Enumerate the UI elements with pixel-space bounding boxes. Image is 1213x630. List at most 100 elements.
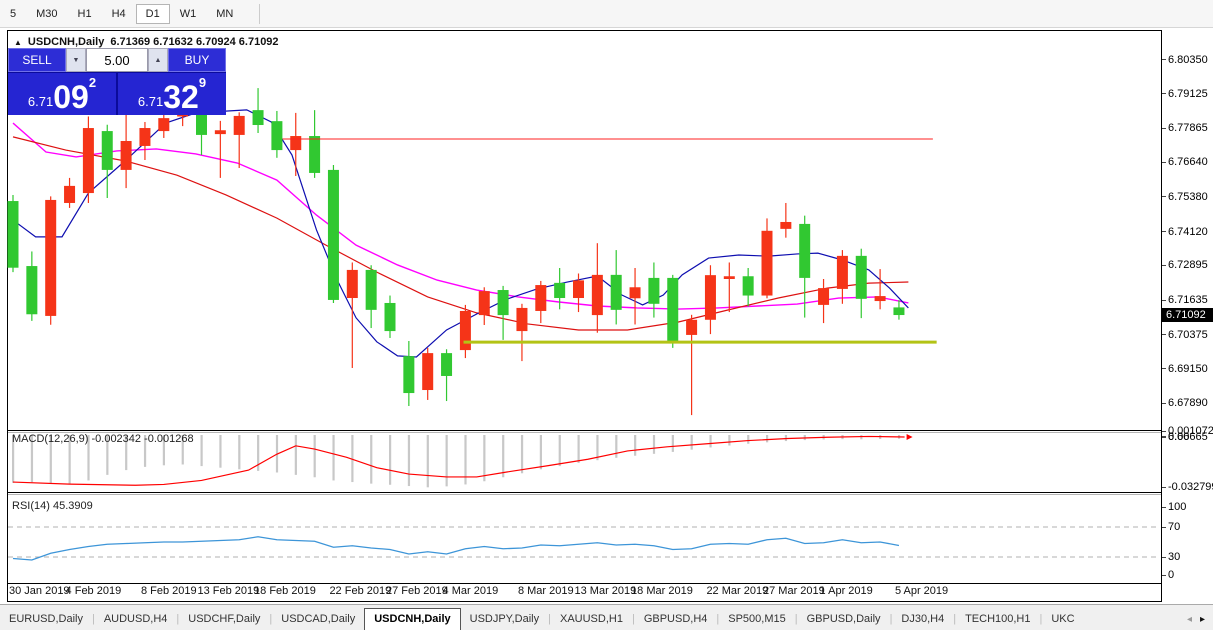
candle-body [724,276,735,279]
price-axis-label: 6.80350 [1162,54,1208,66]
buy-price-box[interactable]: 6.71 32 9 [118,73,226,115]
candle-body [441,353,452,376]
chart-tab-bar: EURUSD,Daily|AUDUSD,H4|USDCHF,Daily|USDC… [0,604,1213,630]
tab-sp500-m15[interactable]: SP500,M15 [719,609,794,630]
macd-histogram-bar [502,435,504,477]
tab-gbpusd-daily[interactable]: GBPUSD,Daily [798,609,890,630]
tab-audusd-h4[interactable]: AUDUSD,H4 [95,609,177,630]
price-axis-label: 6.74120 [1162,226,1208,238]
date-axis[interactable]: 30 Jan 20194 Feb 20198 Feb 201913 Feb 20… [0,585,1162,601]
buy-button[interactable]: BUY [168,48,226,72]
timeframe-button-mn[interactable]: MN [206,4,243,24]
tab-scroll-right-icon[interactable]: ▸ [1200,614,1205,625]
symbol-label: USDCNH,Daily [28,36,104,48]
candle-body [121,141,132,170]
candle-body [875,296,886,301]
macd-histogram-bar [578,435,580,463]
date-axis-label: 8 Feb 2019 [141,585,197,597]
buy-price-prefix: 6.71 [138,94,163,109]
tab-dj30-h4[interactable]: DJ30,H4 [892,609,953,630]
macd-histogram-bar [691,435,693,450]
candle-body [215,130,226,134]
tab-usdcad-daily[interactable]: USDCAD,Daily [272,609,364,630]
candle-body [460,311,471,350]
macd-histogram-bar [596,435,598,460]
macd-histogram-bar [615,435,617,458]
sell-price-prefix: 6.71 [28,94,53,109]
collapse-icon[interactable]: ▲ [14,38,22,47]
volume-increment-button[interactable]: ▲ [148,48,168,72]
date-axis-label: 4 Mar 2019 [443,585,499,597]
sell-button[interactable]: SELL [8,48,66,72]
date-axis-label: 8 Mar 2019 [518,585,574,597]
macd-histogram-bar [219,435,221,468]
sell-price-sup: 2 [89,75,96,90]
tab-gbpusd-h4[interactable]: GBPUSD,H4 [635,609,717,630]
price-axis[interactable]: 6.803506.791256.778656.766406.753806.741… [1162,28,1213,604]
timeframe-button-m30[interactable]: M30 [26,4,67,24]
candle-body [818,288,829,305]
timeframe-button-d1[interactable]: D1 [136,4,170,24]
candle-body [196,113,207,135]
tab-xauusd-h1[interactable]: XAUUSD,H1 [551,609,632,630]
tab-usdchf-daily[interactable]: USDCHF,Daily [179,609,269,630]
candle-body [592,275,603,315]
candle-body [253,110,264,125]
date-axis-label: 22 Mar 2019 [706,585,768,597]
tab-usdjpy-daily[interactable]: USDJPY,Daily [461,609,549,630]
tab-tech100-h1[interactable]: TECH100,H1 [956,609,1039,630]
tab-eurusd-daily[interactable]: EURUSD,Daily [0,609,92,630]
macd-histogram-bar [728,435,730,446]
macd-histogram-bar [238,435,240,469]
date-axis-label: 27 Feb 2019 [386,585,448,597]
candle-body [893,307,904,315]
tab-ukc[interactable]: UKC [1042,609,1083,630]
one-click-trade-panel: SELL ▼ 5.00 ▲ BUY 6.71 09 2 6.71 32 9 [8,48,226,115]
volume-decrement-button[interactable]: ▼ [66,48,86,72]
timeframe-button-h4[interactable]: H4 [102,4,136,24]
candle-body [309,136,320,173]
tab-scroll-left-icon[interactable]: ◂ [1187,614,1192,625]
chart-title: ▲ USDCNH,Daily 6.71369 6.71632 6.70924 6… [14,36,279,48]
date-axis-label: 5 Apr 2019 [895,585,948,597]
tab-usdcnh-daily[interactable]: USDCNH,Daily [364,608,460,630]
candle-body [45,200,56,316]
date-axis-label: 13 Mar 2019 [575,585,637,597]
macd-histogram-bar [370,435,372,484]
price-axis-label: 6.76640 [1162,156,1208,168]
volume-input[interactable]: 5.00 [86,48,148,72]
rsi-axis-label: 30 [1162,551,1180,563]
price-axis-label: 6.72895 [1162,259,1208,271]
candle-body [837,256,848,289]
sell-price-big: 09 [53,82,89,112]
candle-body [64,186,75,203]
candle-body [26,266,37,314]
candle-body [328,170,339,300]
macd-histogram-bar [389,435,391,485]
macd-histogram-bar [672,435,674,452]
price-axis-label: 6.67890 [1162,397,1208,409]
date-axis-label: 1 Apr 2019 [820,585,873,597]
timeframe-button-w1[interactable]: W1 [170,4,207,24]
date-axis-label: 13 Feb 2019 [198,585,260,597]
candle-body [498,290,509,315]
price-axis-label: 6.79125 [1162,88,1208,100]
buy-price-big: 32 [163,82,199,112]
toolbar-separator [259,4,260,24]
candle-body [83,128,94,193]
candle-body [573,280,584,298]
candle-body [667,278,678,341]
macd-histogram-bar [653,435,655,454]
macd-histogram-bar [766,435,768,442]
macd-histogram-bar [540,435,542,469]
price-axis-label: 6.77865 [1162,122,1208,134]
sell-price-box[interactable]: 6.71 09 2 [8,73,116,115]
timeframe-button-5[interactable]: 5 [0,4,26,24]
buy-price-sup: 9 [199,75,206,90]
timeframe-toolbar: 5M30H1H4D1W1MN [0,0,1213,28]
candle-body [516,308,527,331]
date-axis-label: 18 Mar 2019 [631,585,693,597]
timeframe-button-h1[interactable]: H1 [68,4,102,24]
candle-body [158,118,169,131]
date-axis-label: 27 Mar 2019 [763,585,825,597]
